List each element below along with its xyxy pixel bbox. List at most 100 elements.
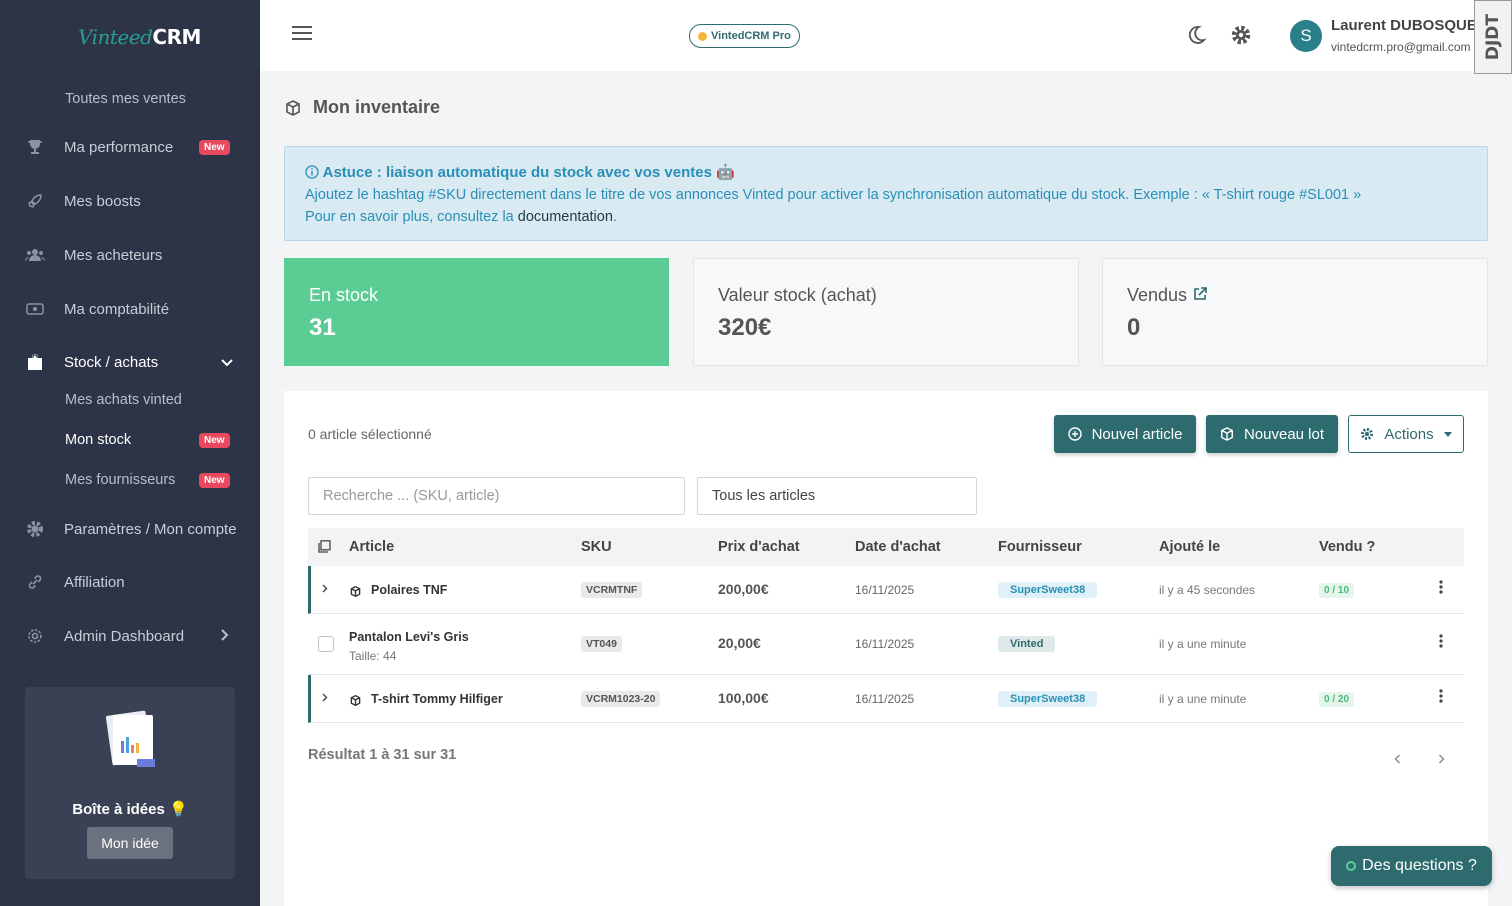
chevron-down-icon bbox=[221, 355, 233, 370]
stat-label-row: Vendus bbox=[1127, 285, 1463, 306]
actions-dropdown[interactable]: Actions bbox=[1348, 415, 1464, 453]
purchase-date: 16/11/2025 bbox=[855, 583, 915, 597]
expand-chevron-icon[interactable] bbox=[322, 582, 328, 596]
article-name[interactable]: T-shirt Tommy Hilfiger bbox=[371, 692, 503, 706]
select-all-icon[interactable] bbox=[318, 540, 331, 557]
bag-icon bbox=[25, 352, 45, 372]
col-header-prix[interactable]: Prix d'achat bbox=[718, 539, 800, 555]
new-lot-button[interactable]: Nouveau lot bbox=[1206, 415, 1338, 453]
article-name[interactable]: Polaires TNF bbox=[371, 583, 447, 597]
alert-title: Astuce : liaison automatique du stock av… bbox=[305, 162, 1467, 184]
sidebar-item-label: Toutes mes ventes bbox=[65, 91, 186, 107]
sidebar-item-label: Mes boosts bbox=[64, 192, 141, 210]
sidebar-item-label: Mon stock bbox=[65, 432, 132, 448]
sku-badge: VT049 bbox=[581, 636, 622, 652]
expand-chevron-icon[interactable] bbox=[322, 691, 328, 705]
alert-title-text: Astuce : liaison automatique du stock av… bbox=[322, 164, 735, 181]
sidebar-item-mon-stock[interactable]: Mon stock New bbox=[0, 424, 260, 456]
logo-part2: CRM bbox=[152, 25, 201, 49]
documentation-link[interactable]: documentation bbox=[518, 209, 613, 225]
result-count: Résultat 1 à 31 sur 31 bbox=[308, 747, 457, 763]
sidebar-item-admin-dashboard[interactable]: Admin Dashboard bbox=[0, 620, 260, 652]
search-placeholder: Recherche ... (SKU, article) bbox=[323, 488, 500, 504]
added-time: il y a une minute bbox=[1159, 637, 1247, 651]
row-menu-icon[interactable] bbox=[1439, 687, 1443, 708]
page-title: Mon inventaire bbox=[285, 97, 440, 118]
sidebar-item-boosts[interactable]: Mes boosts bbox=[0, 185, 260, 217]
search-input[interactable]: Recherche ... (SKU, article) bbox=[308, 477, 685, 515]
article-name[interactable]: Pantalon Levi's Gris bbox=[349, 630, 469, 644]
sidebar-item-fournisseurs[interactable]: Mes fournisseurs New bbox=[0, 464, 260, 496]
supplier-badge[interactable]: SuperSweet38 bbox=[998, 582, 1098, 598]
external-link-icon[interactable] bbox=[1192, 286, 1208, 302]
sku-badge: VCRMTNF bbox=[581, 582, 643, 598]
added-time: il y a une minute bbox=[1159, 692, 1247, 706]
moon-icon[interactable] bbox=[1185, 24, 1207, 46]
gear-icon bbox=[25, 519, 45, 539]
sidebar-item-label: Stock / achats bbox=[64, 353, 159, 371]
caret-down-icon bbox=[1443, 431, 1452, 437]
sidebar-item-label: Mes acheteurs bbox=[64, 246, 163, 264]
col-header-sku[interactable]: SKU bbox=[581, 539, 612, 555]
logo-part1: Vinteed bbox=[78, 25, 153, 49]
new-lot-label: Nouveau lot bbox=[1243, 425, 1325, 443]
my-idea-button[interactable]: Mon idée bbox=[87, 827, 173, 859]
new-article-button[interactable]: Nouvel article bbox=[1054, 415, 1196, 453]
col-header-vendu[interactable]: Vendu ? bbox=[1319, 539, 1375, 555]
col-header-fournisseur[interactable]: Fournisseur bbox=[998, 539, 1082, 555]
link-icon bbox=[25, 572, 45, 592]
table-row[interactable]: T-shirt Tommy Hilfiger VCRM1023-20 100,0… bbox=[308, 675, 1464, 723]
sidebar-item-parametres[interactable]: Paramètres / Mon compte bbox=[0, 513, 260, 545]
sidebar-item-achats-vinted[interactable]: Mes achats vinted bbox=[0, 384, 260, 416]
idea-box: Boîte à idées 💡 Mon idée bbox=[25, 687, 235, 879]
box-icon bbox=[286, 99, 300, 116]
article-filter-select[interactable]: Tous les articles bbox=[697, 477, 977, 515]
alert-line1: Ajoutez le hashtag #SKU directement dans… bbox=[305, 187, 1362, 203]
sidebar-item-stock-achats[interactable]: Stock / achats bbox=[0, 346, 260, 378]
lot-box-icon bbox=[350, 584, 361, 602]
money-icon bbox=[25, 299, 45, 319]
menu-toggle-icon[interactable] bbox=[292, 26, 312, 42]
user-name[interactable]: Laurent DUBOSQUET bbox=[1331, 17, 1486, 34]
new-badge: New bbox=[199, 472, 230, 488]
supplier-badge[interactable]: SuperSweet38 bbox=[998, 691, 1098, 707]
row-menu-icon[interactable] bbox=[1439, 632, 1443, 653]
next-page-icon[interactable] bbox=[1438, 751, 1445, 769]
stat-sold[interactable]: Vendus 0 bbox=[1102, 258, 1488, 366]
prev-page-icon[interactable] bbox=[1394, 751, 1401, 769]
sidebar-item-label: Mes achats vinted bbox=[65, 392, 182, 408]
stat-label: Vendus bbox=[1127, 285, 1188, 305]
sidebar-item-toutes-mes-ventes[interactable]: Toutes mes ventes bbox=[0, 83, 260, 115]
alert-line2-suffix: . bbox=[612, 209, 617, 225]
avatar[interactable]: S bbox=[1290, 20, 1322, 52]
idea-illustration-icon bbox=[105, 710, 155, 767]
sidebar-item-affiliation[interactable]: Affiliation bbox=[0, 566, 260, 598]
alert-line2: Pour en savoir plus, consultez la docume… bbox=[305, 206, 1467, 228]
actions-label: Actions bbox=[1384, 425, 1434, 443]
rocket-icon bbox=[25, 191, 45, 211]
users-icon bbox=[25, 245, 45, 265]
help-chat-button[interactable]: Des questions ? bbox=[1331, 846, 1492, 886]
col-header-article[interactable]: Article bbox=[349, 539, 394, 555]
alert-line2-prefix: Pour en savoir plus, consultez la bbox=[305, 209, 518, 225]
new-badge: New bbox=[199, 139, 230, 155]
col-header-date[interactable]: Date d'achat bbox=[855, 539, 941, 555]
app-logo[interactable]: VinteedCRM bbox=[78, 24, 201, 50]
table-row[interactable]: Pantalon Levi's Gris Taille: 44 VT049 20… bbox=[308, 614, 1464, 675]
table-row[interactable]: Polaires TNF VCRMTNF 200,00€ 16/11/2025 … bbox=[308, 566, 1464, 614]
pro-badge[interactable]: VintedCRM Pro bbox=[689, 24, 800, 48]
settings-gear-icon[interactable] bbox=[1230, 24, 1252, 46]
sidebar-item-performance[interactable]: Ma performance New bbox=[0, 131, 260, 163]
debug-toolbar-tab[interactable]: DJDT bbox=[1474, 0, 1512, 74]
sidebar: VinteedCRM Toutes mes ventes Ma performa… bbox=[0, 0, 260, 906]
sidebar-item-acheteurs[interactable]: Mes acheteurs bbox=[0, 239, 260, 271]
table-header: Article SKU Prix d'achat Date d'achat Fo… bbox=[308, 528, 1464, 566]
supplier-badge[interactable]: Vinted bbox=[998, 636, 1056, 652]
sold-count-badge: 0 / 10 bbox=[1319, 583, 1355, 598]
col-header-ajoute[interactable]: Ajouté le bbox=[1159, 539, 1220, 555]
stat-value: 320€ bbox=[718, 314, 772, 341]
sidebar-item-comptabilite[interactable]: Ma comptabilité bbox=[0, 293, 260, 325]
sidebar-item-label: Ma performance bbox=[64, 138, 174, 156]
row-checkbox[interactable] bbox=[318, 636, 334, 652]
row-menu-icon[interactable] bbox=[1439, 578, 1443, 599]
